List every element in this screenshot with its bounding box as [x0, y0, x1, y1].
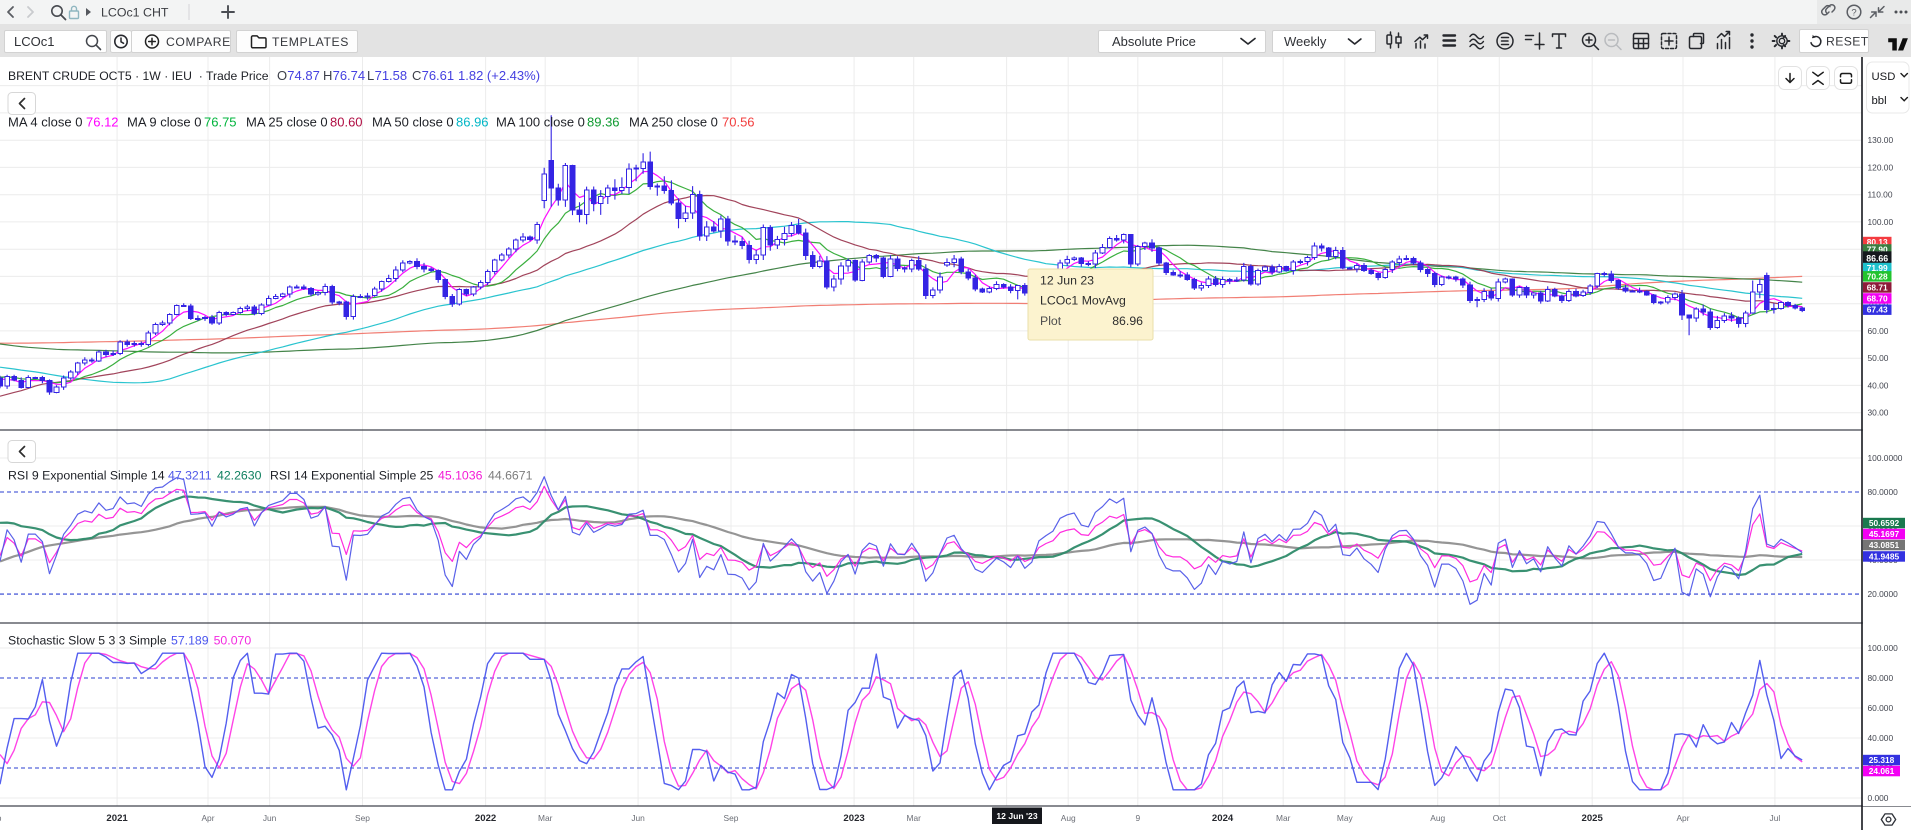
svg-text:86.66: 86.66 [1866, 254, 1888, 264]
svg-text:Sep: Sep [0, 813, 2, 823]
svg-text:40.00: 40.00 [1868, 380, 1889, 390]
svg-text:Mar: Mar [906, 813, 921, 823]
svg-text:H: H [323, 68, 332, 83]
svg-text:RSI 14 Exponential Simple 25: RSI 14 Exponential Simple 25 [270, 469, 434, 483]
svg-text:MA 50 close 0: MA 50 close 0 [372, 115, 454, 130]
svg-text:44.6671: 44.6671 [488, 469, 533, 483]
svg-text:50.070: 50.070 [214, 634, 252, 648]
svg-text:30.00: 30.00 [1868, 408, 1889, 418]
svg-text:USD: USD [1872, 71, 1896, 83]
svg-text:L: L [367, 68, 374, 83]
svg-text:24.061: 24.061 [1869, 766, 1895, 776]
svg-text:45.1036: 45.1036 [438, 469, 483, 483]
svg-text:RSI 9 Exponential Simple 14: RSI 9 Exponential Simple 14 [8, 469, 165, 483]
svg-text:130.00: 130.00 [1868, 135, 1894, 145]
svg-text:MA 250 close 0: MA 250 close 0 [629, 115, 718, 130]
svg-text:120.00: 120.00 [1868, 162, 1894, 172]
svg-text:Jun: Jun [263, 813, 277, 823]
svg-text:60.00: 60.00 [1868, 326, 1889, 336]
svg-text:68.71: 68.71 [1867, 283, 1888, 293]
svg-text:20.0000: 20.0000 [1868, 589, 1899, 599]
svg-text:Sep: Sep [355, 813, 370, 823]
svg-text:76.12: 76.12 [86, 115, 119, 130]
svg-text:12 Jun '23: 12 Jun '23 [996, 811, 1037, 821]
svg-text:50.6592: 50.6592 [1869, 518, 1900, 528]
svg-text:Mar: Mar [538, 813, 553, 823]
svg-text:BRENT CRUDE OCT5 · 1W · IEU ·: BRENT CRUDE OCT5 · 1W · IEU · Trade Pric… [8, 69, 269, 83]
svg-text:89.36: 89.36 [587, 115, 620, 130]
svg-text:50.00: 50.00 [1868, 353, 1889, 363]
svg-text:MA 4 close 0: MA 4 close 0 [8, 115, 82, 130]
svg-text:41.9485: 41.9485 [1869, 552, 1900, 562]
svg-text:Oct: Oct [1493, 813, 1507, 823]
svg-text:Jun: Jun [631, 813, 645, 823]
svg-text:43.0851: 43.0851 [1869, 540, 1900, 550]
svg-text:May: May [1337, 813, 1354, 823]
svg-text:2024: 2024 [1212, 813, 1234, 824]
svg-text:12 Jun 23: 12 Jun 23 [1040, 274, 1094, 288]
svg-text:40.000: 40.000 [1868, 733, 1894, 743]
svg-text:MA 9 close 0: MA 9 close 0 [127, 115, 201, 130]
svg-text:Jul: Jul [1770, 813, 1781, 823]
svg-text:100.00: 100.00 [1868, 217, 1894, 227]
svg-text:76.75: 76.75 [204, 115, 237, 130]
svg-text:86.96: 86.96 [456, 115, 489, 130]
svg-text:47.3211: 47.3211 [168, 469, 212, 483]
svg-text:0.000: 0.000 [1868, 793, 1889, 803]
svg-text:2025: 2025 [1582, 813, 1604, 824]
svg-text:57.189: 57.189 [171, 634, 209, 648]
svg-text:Mar: Mar [1276, 813, 1291, 823]
svg-text:2022: 2022 [475, 813, 496, 824]
svg-text:42.2630: 42.2630 [217, 469, 262, 483]
svg-text:80.0000: 80.0000 [1868, 487, 1899, 497]
svg-text:Apr: Apr [201, 813, 214, 823]
svg-text:9: 9 [1135, 813, 1140, 823]
svg-text:Stochastic Slow 5 3 3 Simple: Stochastic Slow 5 3 3 Simple [8, 634, 167, 648]
svg-text:MA 100 close 0: MA 100 close 0 [496, 115, 585, 130]
svg-text:Plot: Plot [1040, 314, 1062, 328]
svg-text:76.74: 76.74 [333, 68, 366, 83]
svg-text:76.61: 76.61 [422, 68, 455, 83]
svg-text:O: O [277, 68, 287, 83]
svg-text:86.96: 86.96 [1112, 314, 1143, 328]
svg-text:67.43: 67.43 [1867, 305, 1888, 315]
svg-text:C: C [412, 68, 421, 83]
svg-text:25.318: 25.318 [1869, 755, 1895, 765]
svg-text:Aug: Aug [1430, 813, 1445, 823]
svg-text:1.82 (+2.43%): 1.82 (+2.43%) [458, 68, 540, 83]
svg-text:bbl: bbl [1872, 95, 1887, 107]
svg-text:110.00: 110.00 [1868, 190, 1893, 200]
svg-text:71.58: 71.58 [375, 68, 408, 83]
svg-text:100.000: 100.000 [1868, 643, 1899, 653]
svg-text:Aug: Aug [1061, 813, 1076, 823]
svg-text:74.87: 74.87 [287, 68, 320, 83]
svg-text:2023: 2023 [843, 813, 864, 824]
svg-text:LCOc1 MovAvg: LCOc1 MovAvg [1040, 294, 1126, 308]
svg-text:45.1697: 45.1697 [1869, 529, 1900, 539]
svg-text:Apr: Apr [1676, 813, 1689, 823]
svg-text:2021: 2021 [106, 813, 128, 824]
svg-text:70.28: 70.28 [1867, 271, 1888, 281]
svg-text:MA 25 close 0: MA 25 close 0 [246, 115, 328, 130]
svg-text:70.56: 70.56 [722, 115, 755, 130]
svg-text:80.000: 80.000 [1868, 673, 1894, 683]
svg-text:100.0000: 100.0000 [1868, 453, 1903, 463]
svg-text:68.70: 68.70 [1867, 294, 1888, 304]
svg-text:60.000: 60.000 [1868, 703, 1894, 713]
svg-text:80.60: 80.60 [330, 115, 363, 130]
svg-text:Sep: Sep [724, 813, 739, 823]
